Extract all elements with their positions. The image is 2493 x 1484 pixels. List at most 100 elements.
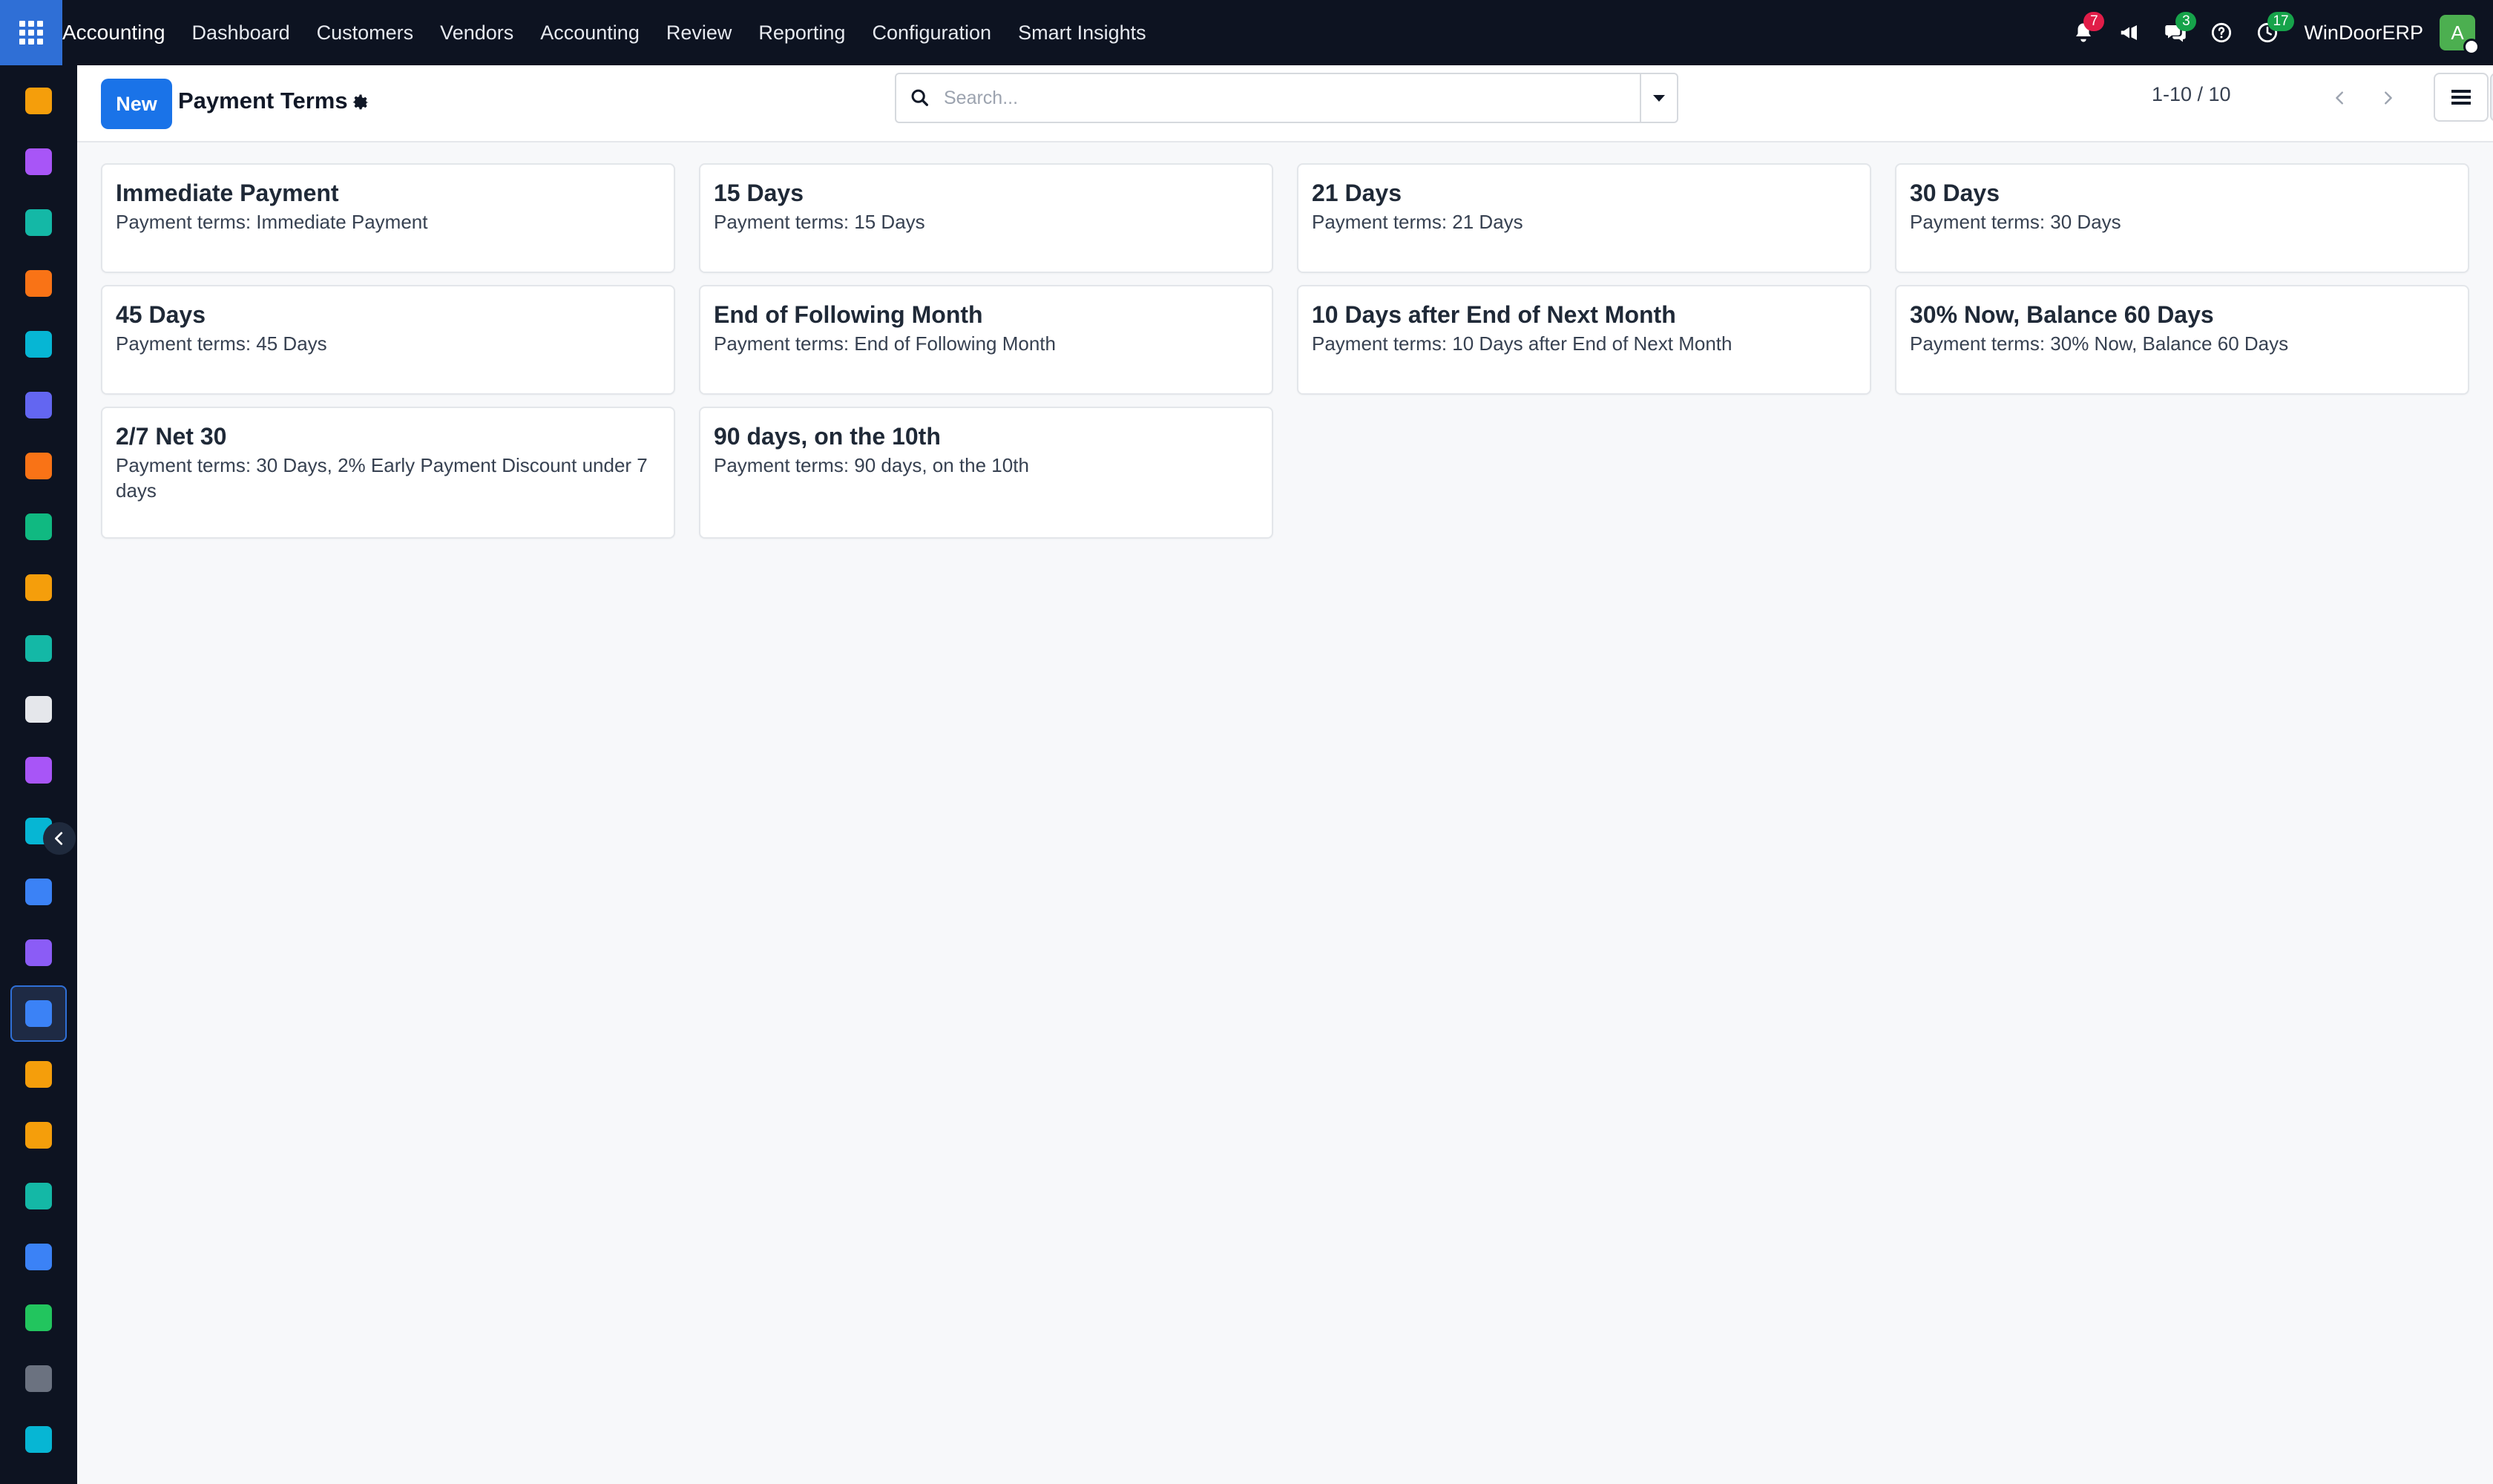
payment-term-card[interactable]: 10 Days after End of Next Month Payment … — [1297, 285, 1871, 395]
pager-next-button[interactable] — [2367, 76, 2408, 120]
discuss-icon — [25, 270, 52, 297]
search-bar — [895, 73, 1678, 123]
payment-term-card[interactable]: 15 Days Payment terms: 15 Days — [699, 163, 1273, 273]
sidebar-app-product-cube[interactable] — [10, 681, 67, 738]
card-title: 30% Now, Balance 60 Days — [1910, 301, 2214, 328]
payment-term-card[interactable]: 21 Days Payment terms: 21 Days — [1297, 163, 1871, 273]
sidebar-app-contacts[interactable] — [10, 194, 67, 251]
live-chat-icon — [25, 453, 52, 479]
sidebar-app-crm-chart[interactable] — [10, 559, 67, 616]
sidebar-app-sales-chart[interactable] — [10, 73, 67, 129]
messages-badge: 3 — [2175, 12, 2197, 31]
collapse-sidebar-button[interactable] — [43, 822, 76, 855]
menu-review[interactable]: Review — [653, 0, 746, 65]
sidebar-app-project[interactable] — [10, 499, 67, 555]
sidebar-app-email-marketing[interactable] — [10, 377, 67, 433]
card-subtitle: Payment terms: 45 Days — [116, 332, 327, 355]
menu-customers[interactable]: Customers — [303, 0, 427, 65]
notifications-badge: 7 — [2083, 12, 2105, 31]
user-avatar[interactable]: A — [2440, 15, 2480, 55]
payment-term-card[interactable]: End of Following Month Payment terms: En… — [699, 285, 1273, 395]
contacts-icon — [25, 209, 52, 236]
announcements-button[interactable] — [2113, 16, 2146, 49]
card-title: 15 Days — [714, 180, 804, 206]
payment-term-card[interactable]: 90 days, on the 10th Payment terms: 90 d… — [699, 407, 1273, 539]
card-subtitle: Payment terms: 10 Days after End of Next… — [1312, 332, 1732, 355]
card-title: 2/7 Net 30 — [116, 423, 227, 450]
team-icon — [25, 1061, 52, 1088]
activities-badge: 17 — [2267, 12, 2294, 31]
sign-icon — [25, 1183, 52, 1209]
card-title: 10 Days after End of Next Month — [1312, 301, 1676, 328]
sidebar-app-invoicing[interactable] — [10, 985, 67, 1042]
sidebar-app-stock-box[interactable] — [10, 925, 67, 981]
megaphone-icon — [2121, 25, 2138, 40]
sidebar-app-discuss[interactable] — [10, 255, 67, 312]
help-button[interactable] — [2205, 16, 2238, 49]
menu-dashboard[interactable]: Dashboard — [179, 0, 303, 65]
chevron-right-icon — [2385, 91, 2392, 105]
app-sidebar — [0, 65, 77, 1484]
sidebar-app-timer[interactable] — [10, 1350, 67, 1407]
search-input[interactable] — [944, 76, 1640, 120]
sidebar-app-whatsapp[interactable] — [10, 1290, 67, 1346]
presence-status-icon — [2463, 39, 2480, 55]
sidebar-app-team[interactable] — [10, 1046, 67, 1103]
card-subtitle: Payment terms: 30 Days, 2% Early Payment… — [116, 454, 648, 502]
payment-term-card[interactable]: 2/7 Net 30 Payment terms: 30 Days, 2% Ea… — [101, 407, 675, 539]
menu-configuration[interactable]: Configuration — [858, 0, 1005, 65]
list-view-button[interactable] — [2434, 73, 2489, 122]
pager-previous-button[interactable] — [2319, 76, 2361, 120]
card-subtitle: Payment terms: 90 days, on the 10th — [714, 454, 1029, 476]
top-navbar: Accounting Dashboard Customers Vendors A… — [0, 0, 2493, 65]
stock-box-icon — [25, 939, 52, 966]
app-menu-button[interactable] — [0, 0, 62, 65]
inventory-icon — [25, 148, 52, 175]
notifications-button[interactable]: 7 — [2067, 12, 2105, 49]
list-icon — [2451, 90, 2471, 105]
calendar-icon — [25, 1122, 52, 1149]
menu-accounting[interactable]: Accounting — [527, 0, 653, 65]
project-icon — [25, 513, 52, 540]
menu-vendors[interactable]: Vendors — [427, 0, 527, 65]
chevron-left-icon — [55, 832, 63, 845]
sidebar-app-website[interactable] — [10, 316, 67, 372]
card-subtitle: Payment terms: 15 Days — [714, 211, 925, 233]
grid-icon — [19, 21, 43, 45]
sidebar-app-dashboards[interactable] — [10, 1229, 67, 1285]
sidebar-app-employees[interactable] — [10, 620, 67, 677]
main-menu: Accounting Dashboard Customers Vendors A… — [62, 0, 1160, 65]
sidebar-app-calendar[interactable] — [10, 1107, 67, 1163]
payment-term-card[interactable]: Immediate Payment Payment terms: Immedia… — [101, 163, 675, 273]
messages-button[interactable]: 3 — [2159, 12, 2197, 49]
app-brand[interactable]: Accounting — [62, 0, 179, 65]
sidebar-app-inventory[interactable] — [10, 134, 67, 190]
chevron-left-icon — [2336, 91, 2343, 105]
menu-reporting[interactable]: Reporting — [745, 0, 858, 65]
kanban-view-button[interactable] — [2490, 73, 2493, 122]
card-subtitle: Payment terms: 30 Days — [1910, 211, 2121, 233]
invoicing-icon — [25, 1000, 52, 1027]
card-subtitle: Payment terms: Immediate Payment — [116, 211, 428, 233]
website-wave-icon — [25, 1426, 52, 1453]
payment-term-card[interactable]: 30 Days Payment terms: 30 Days — [1895, 163, 2469, 273]
card-title: 30 Days — [1910, 180, 2000, 206]
email-marketing-icon — [25, 392, 52, 418]
card-title: End of Following Month — [714, 301, 983, 328]
sidebar-app-knowledge[interactable] — [10, 864, 67, 920]
gear-icon[interactable] — [349, 91, 372, 114]
activities-button[interactable]: 17 — [2251, 12, 2294, 49]
sidebar-app-purchase[interactable] — [10, 742, 67, 798]
new-button[interactable]: New — [101, 79, 172, 129]
payment-term-card[interactable]: 45 Days Payment terms: 45 Days — [101, 285, 675, 395]
company-switcher[interactable]: WinDoorERP — [2304, 22, 2423, 45]
search-options-toggle[interactable] — [1640, 74, 1677, 122]
sidebar-app-website-wave[interactable] — [10, 1411, 67, 1468]
card-subtitle: Payment terms: 21 Days — [1312, 211, 1523, 233]
sidebar-app-live-chat[interactable] — [10, 438, 67, 494]
menu-smart-insights[interactable]: Smart Insights — [1005, 0, 1160, 65]
payment-term-card[interactable]: 30% Now, Balance 60 Days Payment terms: … — [1895, 285, 2469, 395]
control-panel: New Payment Terms 1-10 / 10 — [77, 65, 2493, 142]
sidebar-app-sign[interactable] — [10, 1168, 67, 1224]
pager-value[interactable]: 1-10 / 10 — [2152, 83, 2231, 106]
